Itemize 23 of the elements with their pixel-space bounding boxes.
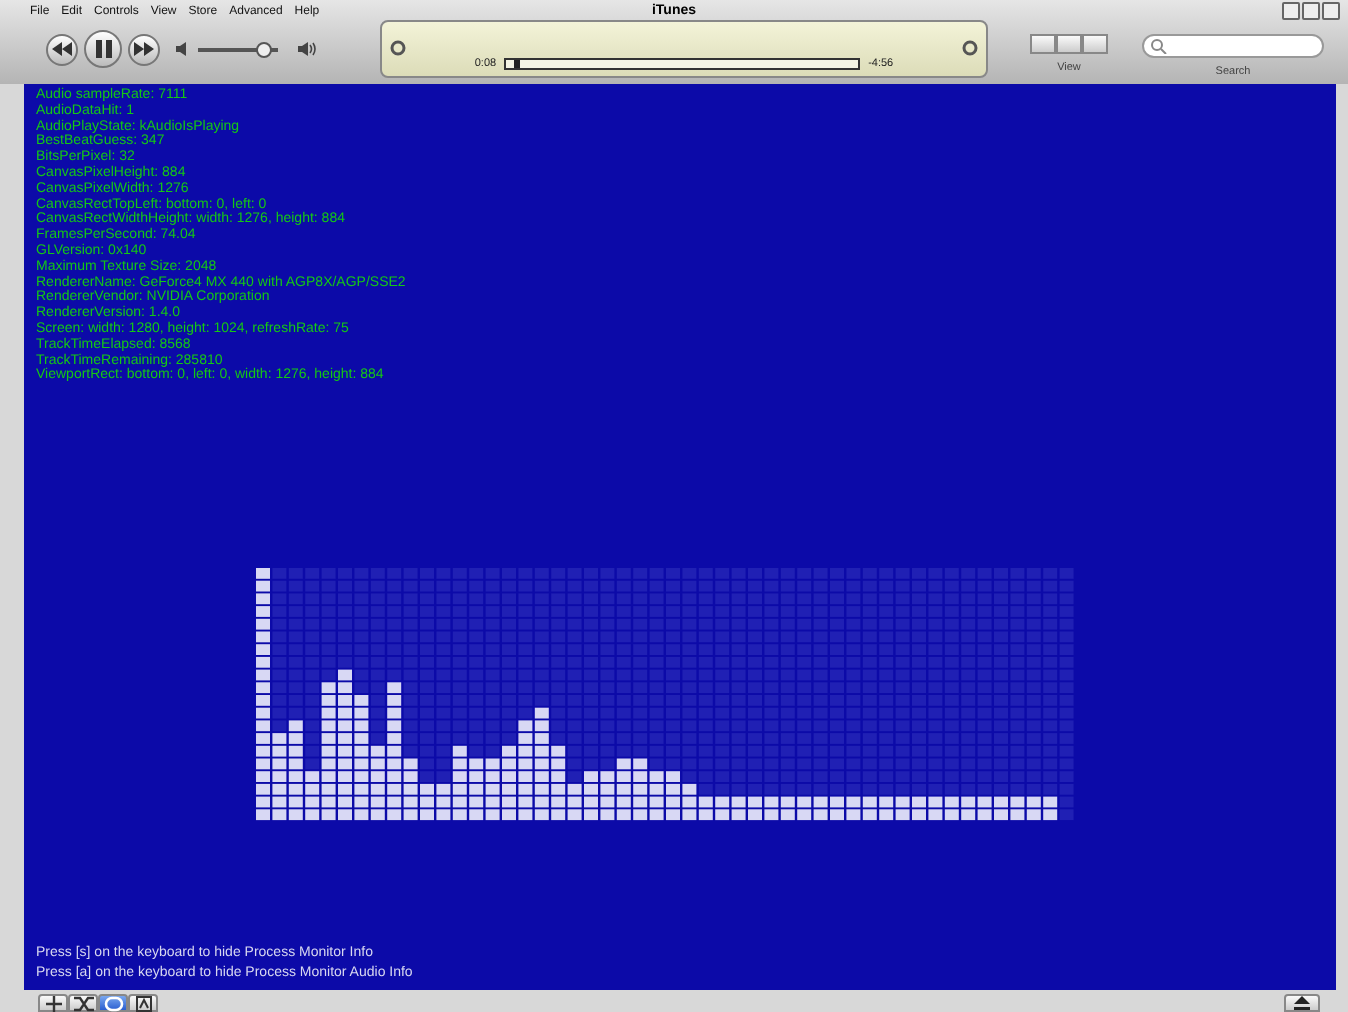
- eject-button[interactable]: [1284, 994, 1320, 1012]
- artwork-icon: [135, 995, 151, 1011]
- rewind-icon: [52, 42, 72, 56]
- repeat-button[interactable]: [98, 994, 128, 1012]
- artwork-button[interactable]: [128, 994, 158, 1012]
- repeat-icon: [103, 995, 123, 1011]
- search-field[interactable]: [1142, 34, 1324, 58]
- add-playlist-button[interactable]: [38, 994, 68, 1012]
- shuffle-button[interactable]: [68, 994, 98, 1012]
- search-icon: [1150, 38, 1168, 54]
- pause-button[interactable]: [84, 30, 122, 68]
- plus-icon: [45, 995, 61, 1011]
- previous-button[interactable]: [46, 33, 78, 65]
- circle-icon: [390, 40, 406, 56]
- volume-high-icon: [298, 42, 316, 56]
- shuffle-icon: [73, 995, 93, 1011]
- fast-forward-icon: [134, 42, 154, 56]
- progress-bar[interactable]: [504, 58, 861, 70]
- next-button[interactable]: [128, 33, 160, 65]
- circle-icon: [962, 40, 978, 56]
- eject-icon: [1294, 996, 1310, 1010]
- volume-low-icon: [176, 42, 188, 56]
- pause-icon: [95, 40, 111, 58]
